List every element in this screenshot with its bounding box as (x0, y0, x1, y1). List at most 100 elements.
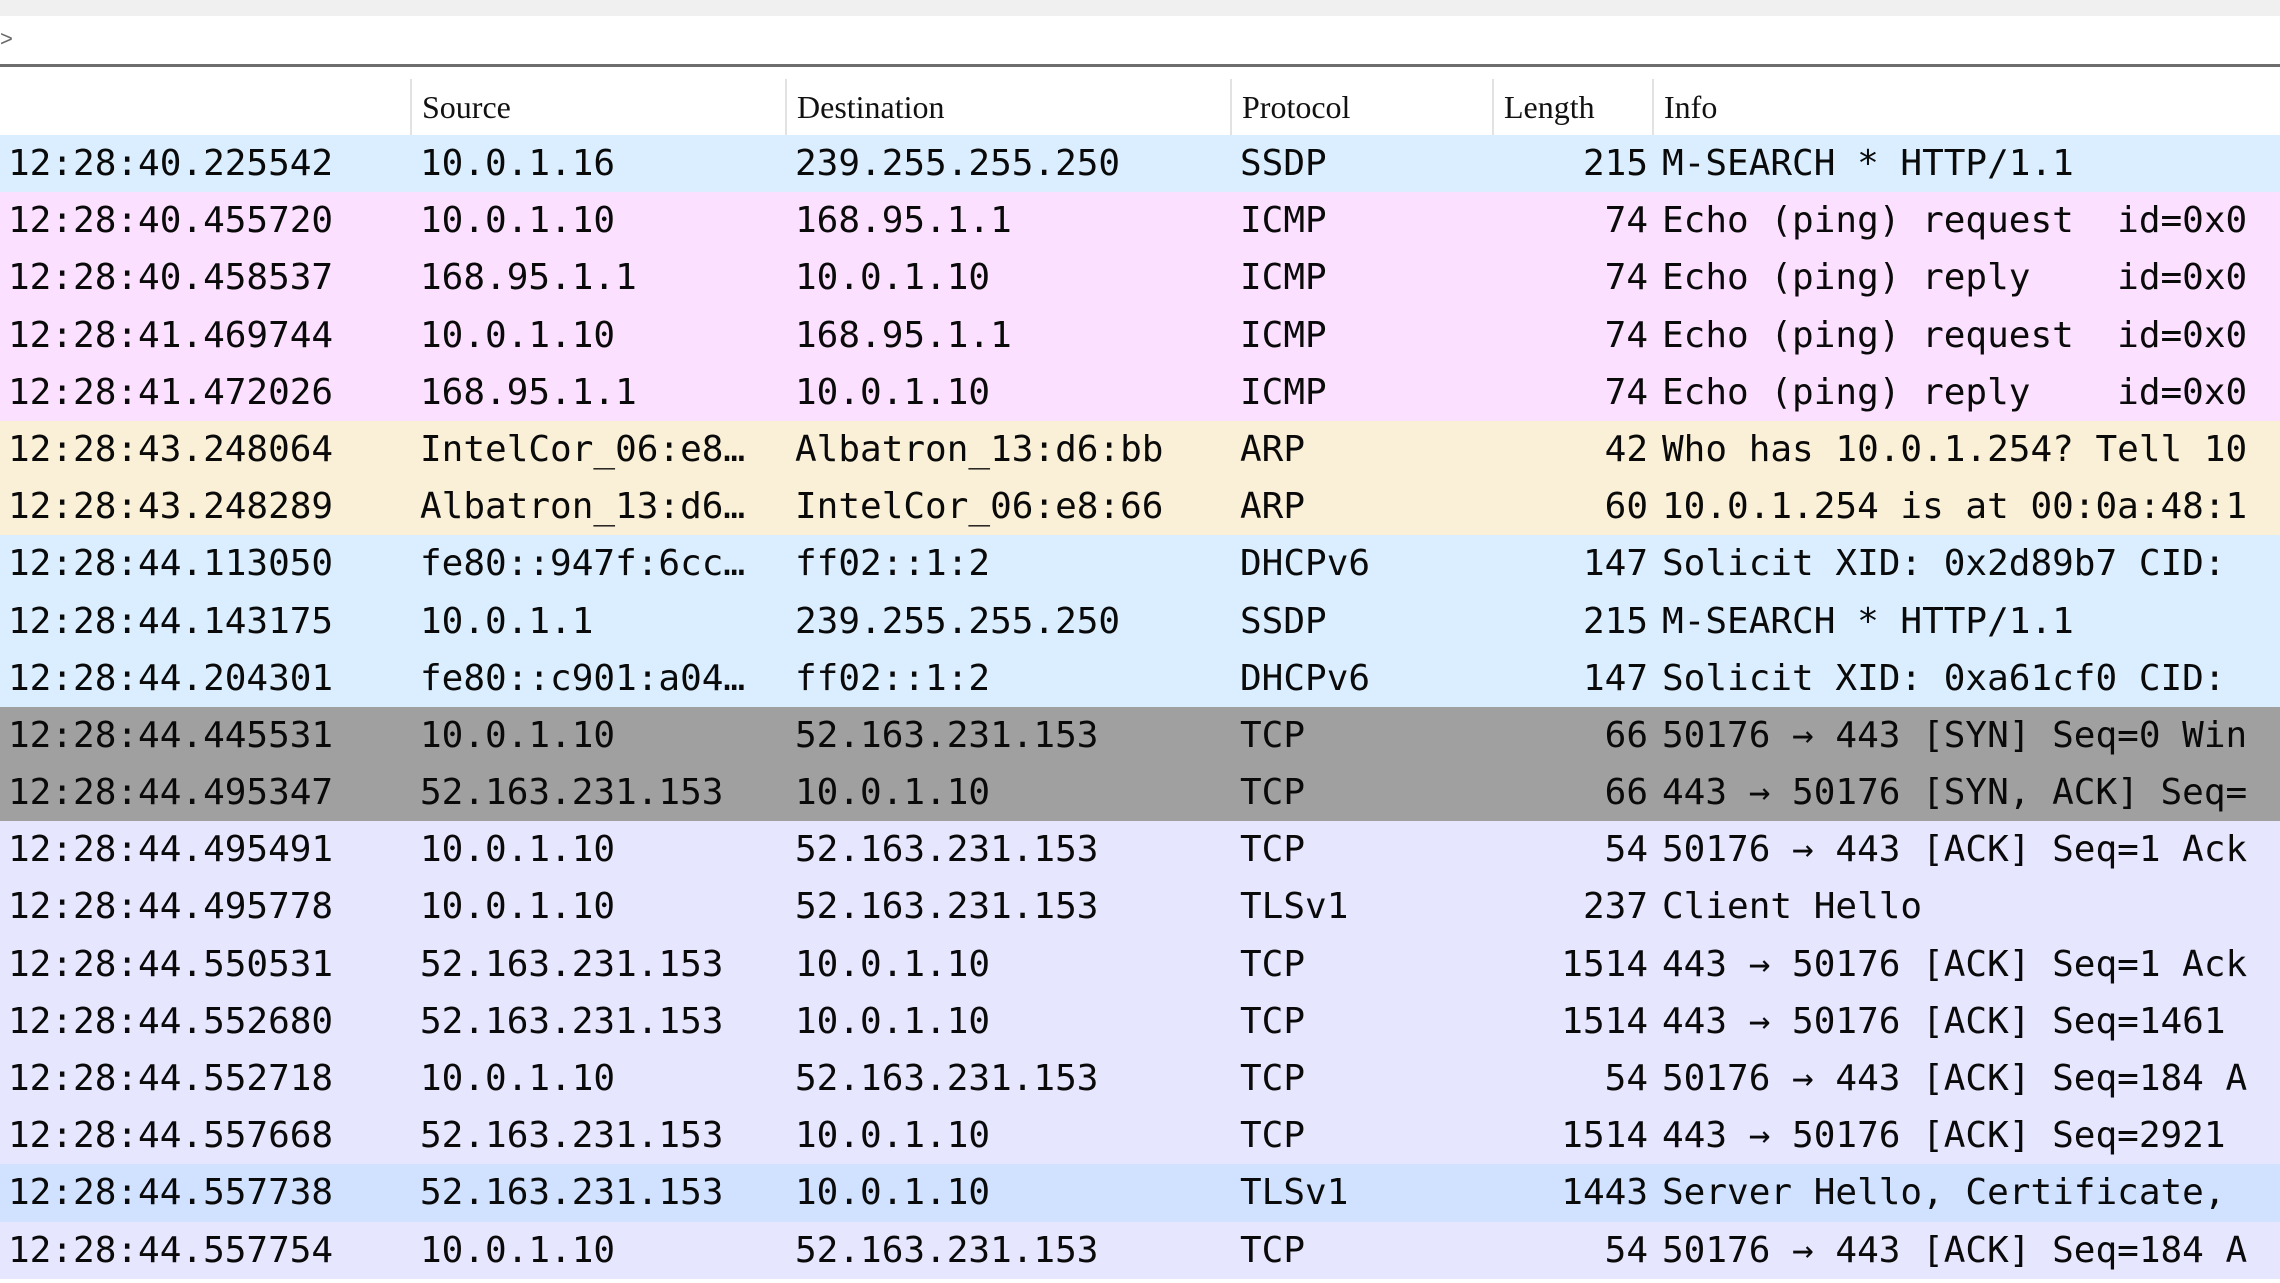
packet-protocol: ARP (1240, 486, 1306, 528)
packet-length: 237 (1582, 886, 1648, 928)
packet-protocol: ICMP (1240, 200, 1327, 242)
packet-length: 42 (1604, 428, 1648, 470)
packet-protocol: TCP (1240, 1000, 1306, 1042)
packet-time: 12:28:44.204301 (8, 657, 334, 699)
packet-info: Server Hello, Certificate, (1662, 1172, 2226, 1214)
packet-source: 10.0.1.10 (420, 829, 616, 871)
packet-info: Echo (ping) reply id=0x0 (1662, 257, 2248, 299)
packet-length: 147 (1582, 657, 1648, 699)
packet-row[interactable]: 12:28:44.557738 52.163.231.153 10.0.1.10 TL… (0, 1164, 2280, 1222)
packet-row[interactable]: 12:28:44.113050 fe80::947f:6cc… ff02::1:2 D… (0, 535, 2280, 593)
packet-info: Echo (ping) reply id=0x0 (1662, 371, 2248, 413)
packet-info: Who has 10.0.1.254? Tell 10 (1662, 428, 2248, 470)
packet-time: 12:28:40.455720 (8, 200, 334, 242)
column-header-length[interactable]: Length (1492, 79, 1652, 135)
packet-row[interactable]: 12:28:40.455720 10.0.1.10 168.95.1.1 ICMP 74… (0, 192, 2280, 250)
packet-length: 1514 (1561, 1000, 1648, 1042)
packet-source: 168.95.1.1 (420, 257, 637, 299)
packet-length: 74 (1604, 371, 1648, 413)
packet-row[interactable]: 12:28:44.550531 52.163.231.153 10.0.1.10 TC… (0, 935, 2280, 993)
packet-length: 54 (1604, 1058, 1648, 1099)
packet-destination: 168.95.1.1 (795, 200, 1012, 242)
packet-length: 66 (1604, 714, 1648, 756)
packet-destination: 52.163.231.153 (795, 886, 1099, 928)
packet-row[interactable]: 12:28:44.557668 52.163.231.153 10.0.1.10 TC… (0, 1107, 2280, 1165)
packet-protocol: TCP (1240, 1115, 1306, 1157)
packet-time: 12:28:44.552718 (8, 1058, 334, 1099)
packet-info: 10.0.1.254 is at 00:0a:48:1 (1662, 486, 2248, 528)
packet-protocol: TCP (1240, 1229, 1306, 1271)
packet-protocol: SSDP (1240, 600, 1327, 642)
packet-info: 443 → 50176 [SYN, ACK] Seq= (1662, 772, 2248, 814)
packet-length: 1443 (1561, 1172, 1648, 1214)
column-header-source[interactable]: Source (410, 79, 785, 135)
packet-protocol: TCP (1240, 943, 1306, 985)
packet-row[interactable]: 12:28:43.248064 IntelCor_06:e8… Albatron_1… (0, 420, 2280, 479)
display-filter-input[interactable]: > (0, 16, 2280, 67)
packet-source: 168.95.1.1 (420, 371, 637, 413)
packet-row[interactable]: 12:28:44.495778 10.0.1.10 52.163.231.153 TL… (0, 878, 2280, 936)
packet-length: 74 (1604, 200, 1648, 242)
packet-protocol: TCP (1240, 714, 1306, 756)
packet-time: 12:28:44.550531 (8, 943, 334, 985)
packet-source: 10.0.1.10 (420, 1058, 616, 1099)
packet-source: 10.0.1.16 (420, 143, 616, 184)
packet-source: 52.163.231.153 (420, 1172, 724, 1214)
packet-info: 50176 → 443 [ACK] Seq=1 Ack (1662, 829, 2248, 871)
packet-row[interactable]: 12:28:41.472026 168.95.1.1 10.0.1.10 ICMP 74… (0, 363, 2280, 421)
packet-info: 50176 → 443 [SYN] Seq=0 Win (1662, 714, 2248, 756)
packet-row[interactable]: 12:28:40.225542 10.0.1.16 239.255.255.250 S… (0, 135, 2280, 193)
packet-row[interactable]: 12:28:44.204301 fe80::c901:a04… ff02::1:2 D… (0, 649, 2280, 707)
packet-destination: 239.255.255.250 (795, 600, 1121, 642)
packet-source: 10.0.1.1 (420, 600, 594, 642)
packet-time: 12:28:41.469744 (8, 314, 334, 356)
packet-row[interactable]: 12:28:44.557754 10.0.1.10 52.163.231.153 TC… (0, 1221, 2280, 1279)
packet-length: 215 (1582, 600, 1648, 642)
packet-row[interactable]: 12:28:44.445531 10.0.1.10 52.163.231.153 TC… (0, 706, 2280, 765)
packet-time: 12:28:44.495347 (8, 772, 334, 814)
packet-source: 10.0.1.10 (420, 314, 616, 356)
packet-time: 12:28:44.557738 (8, 1172, 334, 1214)
packet-length: 147 (1582, 543, 1648, 585)
packet-time: 12:28:44.445531 (8, 714, 334, 756)
packet-list: 12:28:40.225542 10.0.1.16 239.255.255.250 S… (0, 135, 2280, 1279)
packet-info: Echo (ping) request id=0x0 (1662, 200, 2248, 242)
packet-protocol: DHCPv6 (1240, 543, 1371, 585)
packet-row[interactable]: 12:28:44.552680 52.163.231.153 10.0.1.10 TC… (0, 992, 2280, 1050)
packet-row[interactable]: 12:28:41.469744 10.0.1.10 168.95.1.1 ICMP 74… (0, 306, 2280, 364)
packet-time: 12:28:44.557754 (8, 1229, 334, 1271)
packet-length: 54 (1604, 1229, 1648, 1271)
packet-row[interactable]: 12:28:44.495491 10.0.1.10 52.163.231.153 TC… (0, 821, 2280, 879)
packet-row[interactable]: 12:28:40.458537 168.95.1.1 10.0.1.10 ICMP 74… (0, 249, 2280, 307)
column-header-info[interactable]: Info (1652, 79, 2280, 135)
packet-info: 443 → 50176 [ACK] Seq=1461 (1662, 1000, 2226, 1042)
filter-caret-icon: > (0, 26, 13, 51)
packet-protocol: ARP (1240, 428, 1306, 470)
packet-source: 52.163.231.153 (420, 1000, 724, 1042)
packet-row[interactable]: 12:28:44.552718 10.0.1.10 52.163.231.153 TC… (0, 1050, 2280, 1108)
packet-time: 12:28:43.248289 (8, 486, 334, 528)
packet-destination: 10.0.1.10 (795, 1172, 991, 1214)
packet-info: M-SEARCH * HTTP/1.1 (1662, 600, 2074, 642)
packet-source: IntelCor_06:e8… (420, 428, 746, 470)
packet-protocol: TCP (1240, 829, 1306, 871)
column-header-time[interactable] (0, 79, 410, 135)
packet-source: 52.163.231.153 (420, 772, 724, 814)
packet-row[interactable]: 12:28:44.143175 10.0.1.1 239.255.255.250 SS… (0, 592, 2280, 650)
packet-info: Client Hello (1662, 886, 1923, 928)
packet-destination: Albatron_13:d6:bb (795, 428, 1164, 470)
packet-protocol: TLSv1 (1240, 1172, 1349, 1214)
packet-destination: 10.0.1.10 (795, 1000, 991, 1042)
packet-source: 10.0.1.10 (420, 886, 616, 928)
packet-row[interactable]: 12:28:43.248289 Albatron_13:d6… IntelCor_0… (0, 478, 2280, 536)
packet-destination: IntelCor_06:e8:66 (795, 486, 1164, 528)
packet-row[interactable]: 12:28:44.495347 52.163.231.153 10.0.1.10 TC… (0, 764, 2280, 822)
packet-list-header: Source Destination Protocol Length Info (0, 79, 2280, 136)
packet-protocol: SSDP (1240, 143, 1327, 184)
column-header-protocol[interactable]: Protocol (1230, 79, 1492, 135)
column-header-destination[interactable]: Destination (785, 79, 1230, 135)
packet-protocol: TCP (1240, 1058, 1306, 1099)
packet-destination: 52.163.231.153 (795, 829, 1099, 871)
packet-source: fe80::947f:6cc… (420, 543, 746, 585)
packet-time: 12:28:44.495491 (8, 829, 334, 871)
